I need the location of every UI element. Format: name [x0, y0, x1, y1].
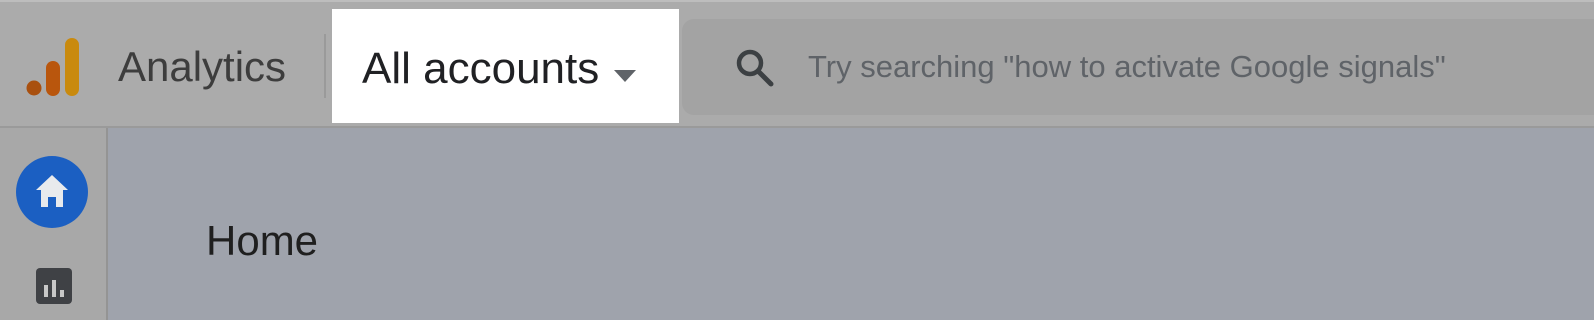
- page-title: Home: [206, 217, 319, 264]
- header-divider: [324, 34, 326, 98]
- account-selector-label: All accounts: [362, 44, 600, 93]
- sidebar-item-home[interactable]: [16, 156, 88, 228]
- bar-chart-icon: [44, 280, 64, 297]
- top-app-bar: Analytics All accounts: [0, 0, 1594, 128]
- search-bar[interactable]: [682, 19, 1594, 115]
- sidebar-item-reports[interactable]: [36, 268, 72, 304]
- main-content: Home: [108, 128, 1594, 320]
- home-icon: [36, 175, 68, 207]
- chevron-down-icon: [614, 69, 636, 82]
- analytics-logo-icon[interactable]: [26, 38, 82, 96]
- account-selector-button[interactable]: All accounts: [332, 9, 679, 123]
- side-navigation: [0, 128, 108, 320]
- app-name: Analytics: [118, 43, 287, 90]
- search-icon[interactable]: [734, 47, 774, 87]
- search-input[interactable]: [808, 43, 1588, 91]
